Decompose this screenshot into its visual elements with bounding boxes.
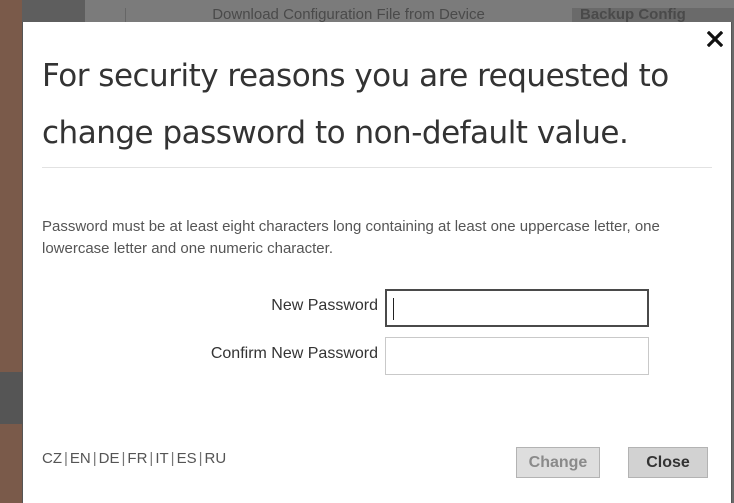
password-requirements: Password must be at least eight characte…: [42, 218, 660, 257]
language-link-cz[interactable]: CZ: [42, 450, 62, 467]
new-password-row: New Password: [23, 289, 733, 327]
language-separator: |: [64, 450, 68, 467]
language-separator: |: [170, 450, 175, 467]
language-link-de[interactable]: DE: [99, 450, 120, 467]
language-selector: CZ | EN | DE | FR | IT | ES | RU: [42, 450, 226, 467]
language-link-it[interactable]: IT: [155, 450, 168, 467]
language-separator: |: [92, 450, 97, 467]
title-divider: [42, 167, 712, 168]
language-link-en[interactable]: EN: [70, 450, 91, 467]
confirm-password-input[interactable]: [385, 337, 649, 375]
text-caret: [393, 298, 394, 320]
confirm-password-row: Confirm New Password: [23, 337, 733, 375]
language-link-es[interactable]: ES: [177, 450, 197, 467]
close-icon-glyph: [706, 30, 724, 48]
dialog-title: For security reasons you are requested t…: [42, 58, 669, 151]
new-password-label: New Password: [271, 297, 378, 314]
background-accent-bar: [0, 0, 22, 503]
background-tab-download: Download Configuration File from Device: [125, 8, 571, 22]
new-password-input[interactable]: [385, 289, 649, 327]
background-tab-backup: Backup Config: [572, 8, 734, 22]
language-link-fr[interactable]: FR: [127, 450, 147, 467]
confirm-password-label: Confirm New Password: [210, 345, 378, 362]
change-password-dialog: For security reasons you are requested t…: [22, 22, 732, 503]
language-link-ru[interactable]: RU: [204, 450, 226, 467]
background-strip: [0, 372, 22, 424]
close-button[interactable]: Close: [628, 447, 708, 478]
change-button[interactable]: Change: [516, 447, 600, 478]
close-icon[interactable]: [705, 30, 725, 50]
